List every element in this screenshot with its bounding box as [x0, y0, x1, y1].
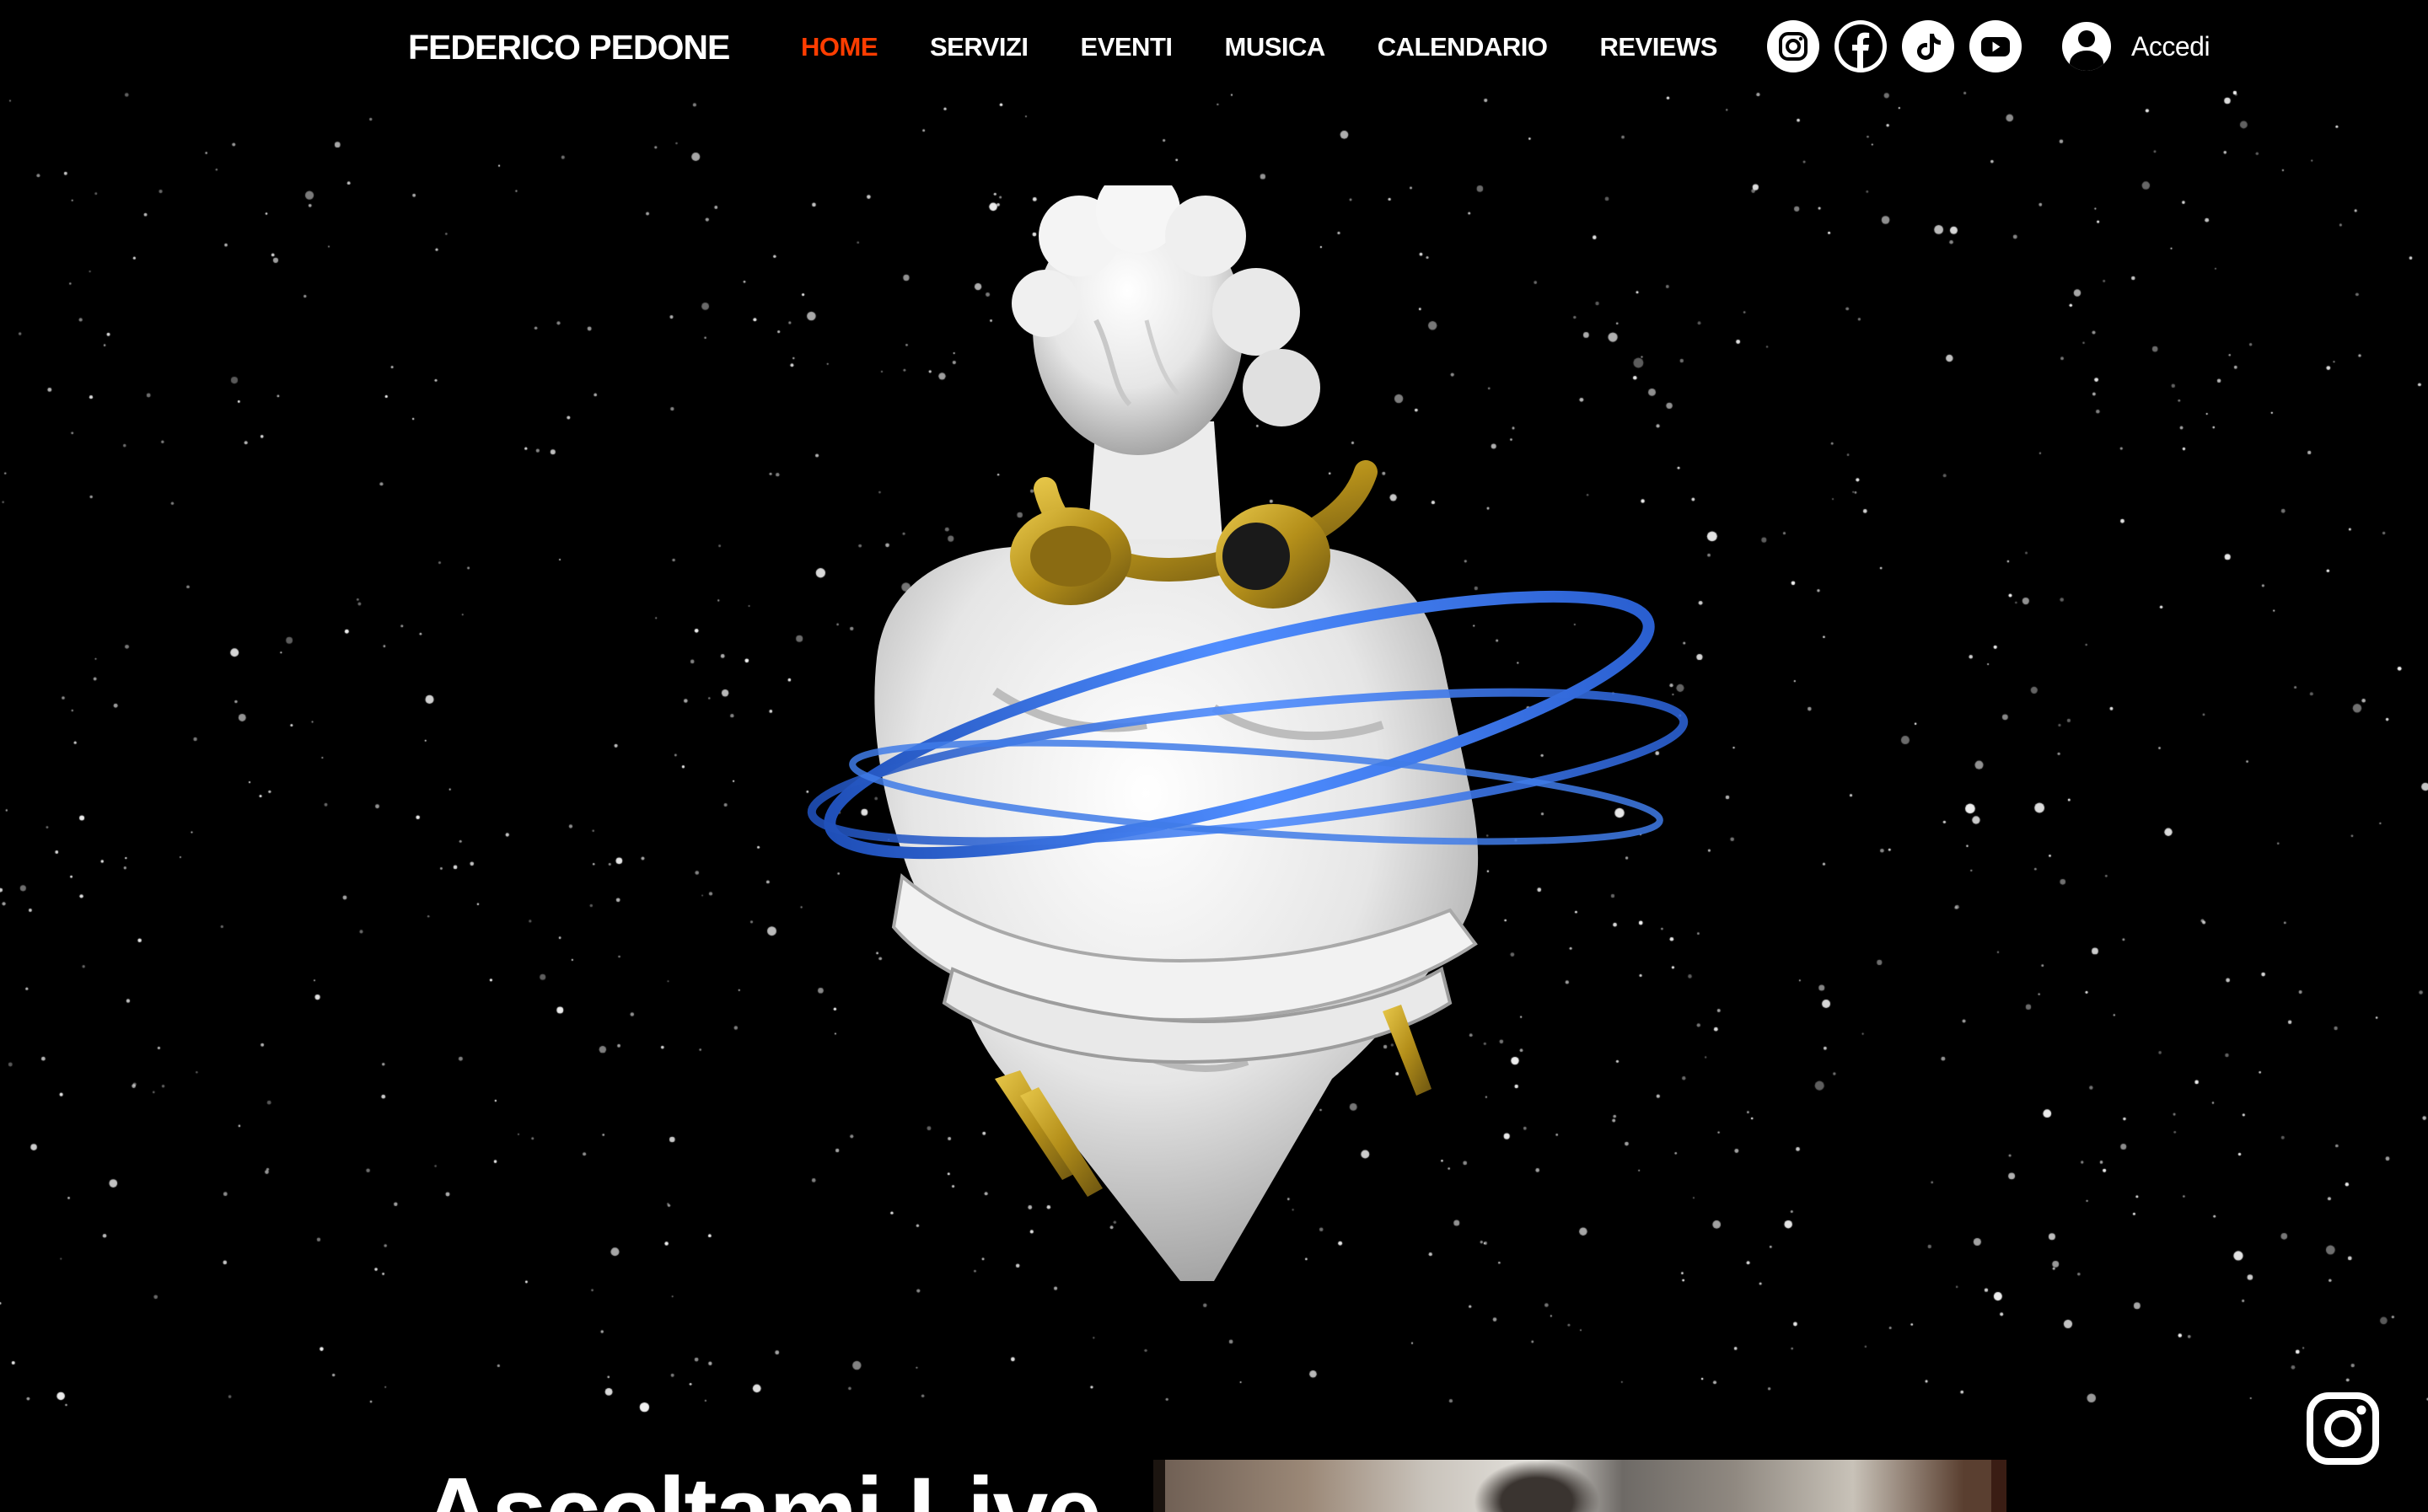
site-brand[interactable]: FEDERICO PEDONE [408, 24, 730, 71]
site-header: FEDERICO PEDONE HOME SERVIZI EVENTI MUSI… [0, 0, 2428, 94]
live-video-thumbnail[interactable] [1153, 1460, 2006, 1512]
nav-servizi[interactable]: SERVIZI [930, 32, 1029, 62]
youtube-icon[interactable] [1969, 20, 2022, 72]
nav-musica[interactable]: MUSICA [1225, 32, 1326, 62]
user-avatar-icon [2062, 22, 2111, 71]
nav-home[interactable]: HOME [801, 32, 878, 62]
nav-eventi[interactable]: EVENTI [1081, 32, 1173, 62]
instagram-icon[interactable] [1767, 20, 1819, 72]
hero-statue-image [807, 185, 1689, 1281]
facebook-icon[interactable] [1834, 20, 1887, 72]
login-button[interactable]: Accedi [2062, 20, 2210, 72]
nav-calendario[interactable]: CALENDARIO [1378, 32, 1548, 62]
tiktok-icon[interactable] [1902, 20, 1954, 72]
main-nav: HOME SERVIZI EVENTI MUSICA CALENDARIO RE… [801, 24, 1770, 71]
social-links [1767, 20, 2037, 72]
floating-instagram-icon[interactable] [2302, 1387, 2384, 1470]
nav-reviews[interactable]: REVIEWS [1599, 32, 1717, 62]
login-label: Accedi [2131, 30, 2210, 62]
section-title: Ascoltami Live [422, 1458, 1102, 1512]
